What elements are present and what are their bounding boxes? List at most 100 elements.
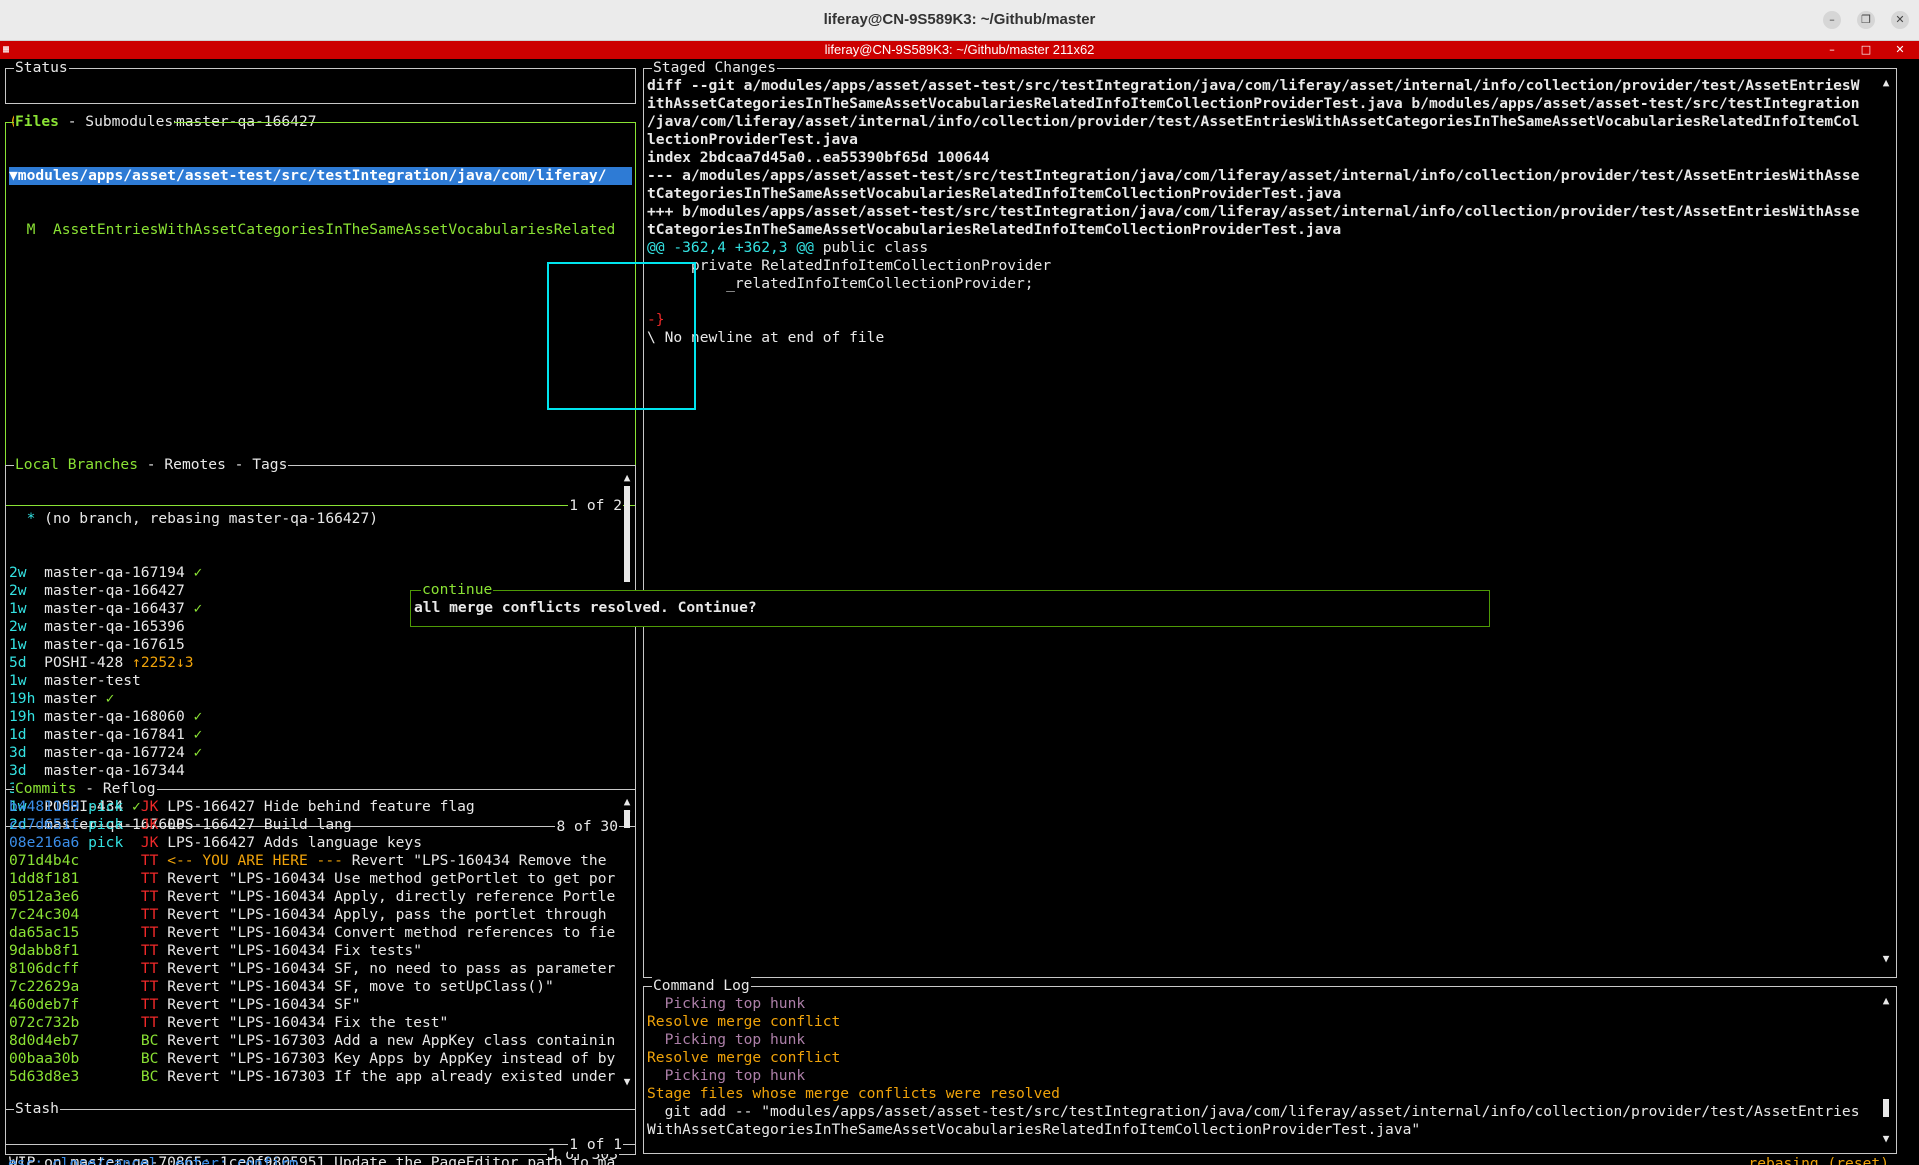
reflog-tab[interactable]: - Reflog: [77, 780, 155, 797]
commit-sha: 7c24c304: [9, 906, 80, 923]
diff-view: diff --git a/modules/apps/asset/asset-te…: [647, 77, 1878, 347]
scroll-up-icon[interactable]: ▲: [1880, 995, 1892, 1007]
diff-line: ithAssetCategoriesInTheSameAssetVocabula…: [647, 95, 1878, 113]
commit-row[interactable]: 8d0d4eb7 BC Revert "LPS-167303 Add a new…: [9, 1032, 619, 1050]
tab-close-icon[interactable]: ✕: [1892, 42, 1908, 58]
branch-row[interactable]: 3d master-qa-167724 ✓: [9, 744, 619, 762]
commit-message: Revert "LPS-167303 Key Apps by AppKey in…: [167, 1050, 616, 1067]
scroll-up-icon[interactable]: ▲: [1880, 77, 1892, 89]
branch-row[interactable]: 5d POSHI-428 ↑2252↓3: [9, 654, 619, 672]
branch-row[interactable]: 1w master-qa-167615: [9, 636, 619, 654]
commit-row[interactable]: 5d63d8e3 BC Revert "LPS-167303 If the ap…: [9, 1068, 619, 1086]
staged-changes-panel[interactable]: Staged Changes diff --git a/modules/apps…: [643, 59, 1897, 978]
commit-sha: 8d0d4eb7: [9, 1032, 80, 1049]
branch-row[interactable]: 2w master-qa-167194 ✓: [9, 564, 619, 582]
remotes-tags-tabs[interactable]: - Remotes - Tags: [138, 456, 288, 473]
command-log-line: WithAssetCategoriesInTheSameAssetVocabul…: [647, 1121, 1421, 1138]
commit-row[interactable]: da65ac15 TT Revert "LPS-160434 Convert m…: [9, 924, 619, 942]
commit-row[interactable]: 0512a3e6 TT Revert "LPS-160434 Apply, di…: [9, 888, 619, 906]
command-log-line: Stage files whose merge conflicts were r…: [647, 1085, 1060, 1102]
scroll-up-icon[interactable]: ▲: [621, 472, 633, 484]
commit-row[interactable]: 08e216a6 pick JK LPS-166427 Adds languag…: [9, 834, 619, 852]
tab-maximize-icon[interactable]: □: [1858, 42, 1874, 58]
scroll-down-icon[interactable]: ▼: [1880, 1133, 1892, 1145]
commit-action: pick: [88, 798, 124, 815]
commits-panel[interactable]: Commits - Reflog b44811d9 pick JK LPS-16…: [5, 780, 636, 1164]
commit-row[interactable]: 8106dcff TT Revert "LPS-160434 SF, no ne…: [9, 960, 619, 978]
branch-age: 1w: [9, 600, 27, 617]
command-log-line: Picking top hunk: [647, 1031, 806, 1048]
branch-row[interactable]: 1w master-test: [9, 672, 619, 690]
scroll-down-icon[interactable]: ▼: [621, 1076, 633, 1088]
branch-row[interactable]: 3d master-qa-167344: [9, 762, 619, 780]
commit-row[interactable]: 072c732b TT Revert "LPS-160434 Fix the t…: [9, 1014, 619, 1032]
commit-row[interactable]: 9dabb8f1 TT Revert "LPS-160434 Fix tests…: [9, 942, 619, 960]
branch-name: master-qa-168060: [44, 708, 185, 725]
commit-row[interactable]: cc7d651f pick JK LPS-166427 Build lang: [9, 816, 619, 834]
scroll-thumb[interactable]: [1883, 1099, 1889, 1117]
diff-line: tCategoriesInTheSameAssetVocabulariesRel…: [647, 221, 1878, 239]
scroll-thumb[interactable]: [624, 486, 630, 582]
maximize-icon[interactable]: ❐: [1857, 11, 1875, 29]
scroll-thumb[interactable]: [624, 810, 630, 828]
file-status: M: [26, 221, 36, 238]
diff-text: ithAssetCategoriesInTheSameAssetVocabula…: [647, 95, 1860, 112]
diff-text: tCategoriesInTheSameAssetVocabulariesRel…: [647, 185, 1342, 202]
commit-row[interactable]: 7c24c304 TT Revert "LPS-160434 Apply, pa…: [9, 906, 619, 924]
branch-age: 1d: [9, 726, 27, 743]
files-tab[interactable]: Files: [15, 113, 59, 130]
commits-tab[interactable]: Commits: [15, 780, 77, 797]
status-panel[interactable]: Status (rebasing) master →master-qa-1664…: [5, 59, 636, 130]
command-log-title: Command Log: [652, 977, 751, 995]
files-panel[interactable]: Files - Submodules ▼modules/apps/asset/a…: [5, 113, 636, 515]
branch-row[interactable]: 1d master-qa-167841 ✓: [9, 726, 619, 744]
terminal-tab-title: liferay@CN-9S589K3: ~/Github/master 211x…: [824, 42, 1095, 57]
branch-name: master: [44, 690, 97, 707]
branch-name: master-qa-167344: [44, 762, 185, 779]
commit-sha: 08e216a6: [9, 834, 80, 851]
commit-sha: 9dabb8f1: [9, 942, 80, 959]
stash-panel[interactable]: Stash WIP on master-qa-70865: 1ce0f98059…: [5, 1100, 636, 1165]
close-icon[interactable]: ✕: [1891, 11, 1909, 29]
scroll-up-icon[interactable]: ▲: [621, 796, 633, 808]
file-tree-dir[interactable]: ▼modules/apps/asset/asset-test/src/testI…: [9, 167, 632, 185]
branch-name: POSHI-428: [44, 654, 124, 671]
branches-scrollbar[interactable]: ▲ ▼: [621, 472, 633, 820]
branch-head[interactable]: * (no branch, rebasing master-qa-166427): [9, 510, 619, 528]
commit-message: Revert "LPS-160434 Convert method refere…: [167, 924, 616, 941]
commit-row[interactable]: b44811d9 pick JK LPS-166427 Hide behind …: [9, 798, 619, 816]
local-branches-tab[interactable]: Local Branches: [15, 456, 138, 473]
commit-action: pick: [88, 834, 124, 851]
commit-message: Revert "LPS-160434 Apply, directly refer…: [167, 888, 616, 905]
commit-sha: da65ac15: [9, 924, 80, 941]
branch-row[interactable]: 19h master ✓: [9, 690, 619, 708]
tab-minimize-icon[interactable]: –: [1824, 42, 1840, 58]
diff-text: lectionProviderTest.java: [647, 131, 858, 148]
command-log-line: Picking top hunk: [647, 995, 806, 1012]
file-tree-file[interactable]: M AssetEntriesWithAssetCategoriesInTheSa…: [9, 221, 632, 239]
diff-text: --- a/modules/apps/asset/asset-test/src/…: [647, 167, 1860, 184]
commit-row[interactable]: 460deb7f TT Revert "LPS-160434 SF": [9, 996, 619, 1014]
file-tree: ▼modules/apps/asset/asset-test/src/testI…: [9, 131, 632, 275]
branches-panel[interactable]: Local Branches - Remotes - Tags * (no br…: [5, 456, 636, 836]
command-log-scrollbar[interactable]: ▲ ▼: [1880, 995, 1892, 1145]
commit-sha: 460deb7f: [9, 996, 80, 1013]
collapse-icon[interactable]: ▼: [9, 167, 18, 184]
commit-message: Revert "LPS-160434 Fix tests": [167, 942, 422, 959]
branch-row[interactable]: 19h master-qa-168060 ✓: [9, 708, 619, 726]
branch-age: 1w: [9, 636, 27, 653]
branch-name: master-qa-166437: [44, 600, 185, 617]
commits-scrollbar[interactable]: ▲ ▼: [621, 796, 633, 1088]
submodules-tab[interactable]: Submodules: [85, 113, 173, 130]
commit-row[interactable]: 00baa30b BC Revert "LPS-167303 Key Apps …: [9, 1050, 619, 1068]
terminal[interactable]: Status (rebasing) master →master-qa-1664…: [0, 59, 1919, 1165]
minimize-icon[interactable]: –: [1823, 11, 1841, 29]
commit-row[interactable]: 7c22629a TT Revert "LPS-160434 SF, move …: [9, 978, 619, 996]
command-log-panel[interactable]: Command Log Picking top hunk Resolve merg…: [643, 977, 1897, 1154]
diff-scrollbar[interactable]: ▲ ▼: [1880, 77, 1892, 965]
commit-row[interactable]: 1dd8f181 TT Revert "LPS-160434 Use metho…: [9, 870, 619, 888]
continue-dialog[interactable]: continue all merge conflicts resolved. C…: [410, 581, 1490, 627]
scroll-down-icon[interactable]: ▼: [1880, 953, 1892, 965]
synced-check-icon: ✓: [193, 564, 203, 581]
commit-row[interactable]: 071d4b4c TT <-- YOU ARE HERE --- Revert …: [9, 852, 619, 870]
